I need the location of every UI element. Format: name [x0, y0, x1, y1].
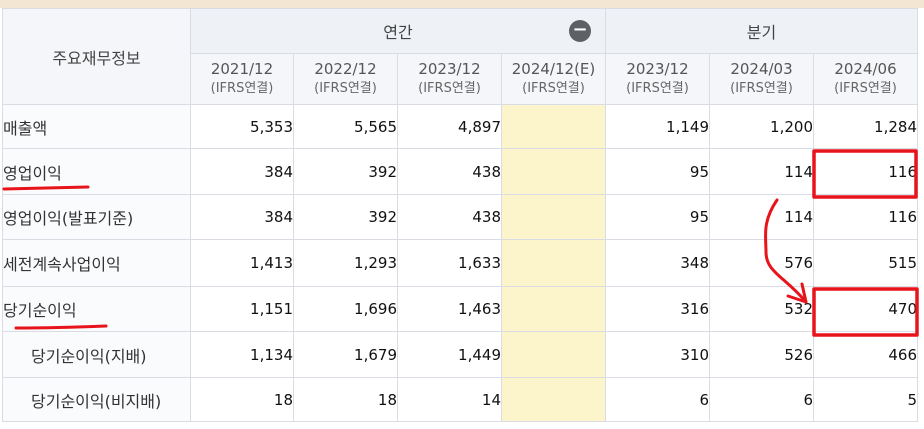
value-cell: 470 [813, 286, 918, 332]
value-cell: 114 [709, 148, 814, 195]
value-cell: 384 [190, 194, 294, 240]
header-label: 주요재무정보 [2, 8, 191, 105]
value-cell: 5 [813, 377, 918, 422]
value-cell: 348 [605, 239, 710, 287]
value-cell: 14 [397, 377, 502, 422]
value-cell: 532 [709, 286, 814, 332]
value-cell: 114 [709, 194, 814, 240]
value-cell [501, 148, 606, 195]
value-cell: 392 [293, 194, 398, 240]
row-label: 당기순이익 [2, 286, 191, 332]
period-header: 2024/12(E) (IFRS연결) [501, 53, 606, 105]
row-label: 영업이익(발표기준) [2, 194, 191, 240]
period-label: 2023/12 [626, 60, 689, 78]
period-header: 2023/12 (IFRS연결) [605, 53, 710, 105]
value-cell: 515 [813, 239, 918, 287]
value-cell: 18 [293, 377, 398, 422]
value-cell: 95 [605, 194, 710, 240]
value-cell: 6 [709, 377, 814, 422]
row-label: 세전계속사업이익 [2, 239, 191, 287]
value-cell: 1,679 [293, 331, 398, 378]
value-cell: 1,696 [293, 286, 398, 332]
period-basis: (IFRS연결) [314, 81, 377, 96]
window-top-edge [0, 0, 924, 8]
value-cell: 5,353 [190, 104, 294, 149]
period-label: 2022/12 [314, 60, 377, 78]
table-row: 당기순이익(지배) 1,134 1,679 1,449 310 526 466 [2, 331, 918, 378]
row-label: 당기순이익(지배) [2, 331, 191, 378]
table-row: 매출액 5,353 5,565 4,897 1,149 1,200 1,284 [2, 104, 918, 149]
value-cell: 1,463 [397, 286, 502, 332]
value-cell [501, 377, 606, 422]
value-cell [501, 239, 606, 287]
period-header: 2021/12 (IFRS연결) [190, 53, 294, 105]
value-cell: 18 [190, 377, 294, 422]
value-cell: 95 [605, 148, 710, 195]
value-cell: 384 [190, 148, 294, 195]
value-cell [501, 104, 606, 149]
value-cell: 438 [397, 148, 502, 195]
value-cell: 438 [397, 194, 502, 240]
period-header: 2024/03 (IFRS연결) [709, 53, 814, 105]
value-cell: 316 [605, 286, 710, 332]
collapse-minus-icon[interactable]: − [569, 20, 591, 42]
quarter-group-header: 분기 [605, 8, 918, 54]
value-cell: 6 [605, 377, 710, 422]
period-label: 2024/12(E) [511, 60, 596, 78]
value-cell: 1,293 [293, 239, 398, 287]
value-cell: 576 [709, 239, 814, 287]
period-label: 2021/12 [210, 60, 274, 78]
value-cell: 1,134 [190, 331, 294, 378]
table-row: 당기순이익(비지배) 18 18 14 6 6 5 [2, 377, 918, 422]
quarter-group-label: 분기 [746, 23, 777, 42]
table-row: 세전계속사업이익 1,413 1,293 1,633 348 576 515 [2, 239, 918, 287]
row-label: 영업이익 [2, 148, 191, 195]
table-row: 당기순이익 1,151 1,696 1,463 316 532 470 [2, 286, 918, 332]
value-cell: 4,897 [397, 104, 502, 149]
period-basis: (IFRS연결) [626, 81, 689, 96]
value-cell: 526 [709, 331, 814, 378]
period-header: 2022/12 (IFRS연결) [293, 53, 398, 105]
annual-group-header: 연간 − [190, 8, 606, 54]
value-cell [501, 331, 606, 378]
value-cell: 1,633 [397, 239, 502, 287]
period-basis: (IFRS연결) [418, 81, 481, 96]
period-header: 2024/06 (IFRS연결) [813, 53, 918, 105]
period-label: 2024/06 [834, 60, 897, 78]
value-cell: 116 [813, 194, 918, 240]
value-cell: 5,565 [293, 104, 398, 149]
row-label: 매출액 [2, 104, 191, 149]
period-label: 2023/12 [418, 60, 481, 78]
annual-group-label: 연간 [383, 23, 413, 42]
value-cell: 1,151 [190, 286, 294, 332]
period-basis: (IFRS연결) [730, 81, 793, 96]
table-row: 영업이익(발표기준) 384 392 438 95 114 116 [2, 194, 918, 240]
value-cell [501, 194, 606, 240]
period-basis: (IFRS연결) [522, 81, 585, 96]
period-header: 2023/12 (IFRS연결) [397, 53, 502, 105]
period-label: 2024/03 [730, 60, 793, 78]
value-cell [501, 286, 606, 332]
value-cell: 392 [293, 148, 398, 195]
table-row: 영업이익 384 392 438 95 114 116 [2, 148, 918, 195]
value-cell: 1,200 [709, 104, 814, 149]
financial-summary-table: 주요재무정보 연간 − 분기 2021/12 (IFRS연결) 2022/12 (I… [2, 8, 918, 422]
value-cell: 466 [813, 331, 918, 378]
value-cell: 1,149 [605, 104, 710, 149]
value-cell: 1,284 [813, 104, 918, 149]
period-basis: (IFRS연결) [834, 81, 897, 96]
value-cell: 1,449 [397, 331, 502, 378]
value-cell: 310 [605, 331, 710, 378]
value-cell: 116 [813, 148, 918, 195]
value-cell: 1,413 [190, 239, 294, 287]
period-basis: (IFRS연결) [210, 81, 274, 96]
row-label: 당기순이익(비지배) [2, 377, 191, 422]
header-group-row: 주요재무정보 연간 − 분기 [2, 8, 918, 105]
